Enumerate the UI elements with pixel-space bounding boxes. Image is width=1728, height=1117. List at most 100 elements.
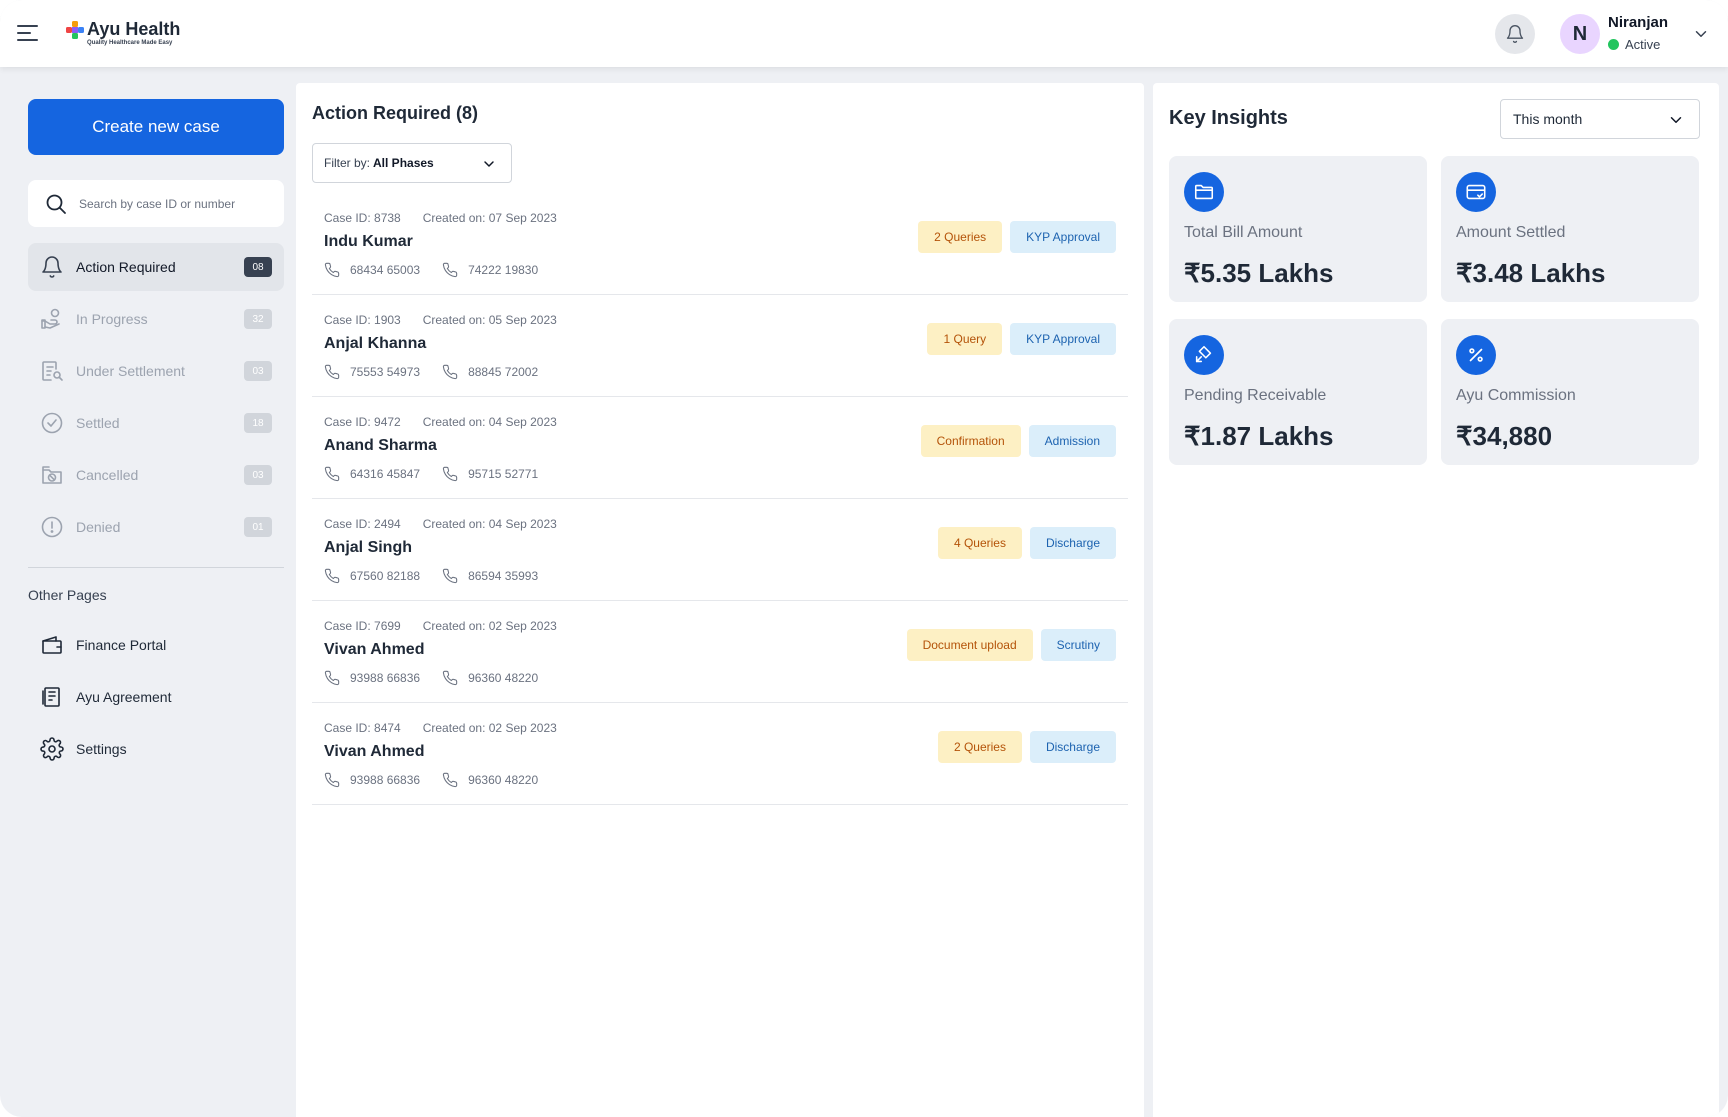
stat-value: ₹1.87 Lakhs	[1184, 421, 1334, 451]
phone-number[interactable]: 88845 72002	[442, 364, 538, 380]
sidebar-item-in-progress[interactable]: In Progress 32	[28, 295, 284, 343]
patient-name: Vivan Ahmed	[324, 743, 425, 760]
phone-number[interactable]: 93988 66836	[324, 670, 420, 686]
chevron-down-icon[interactable]	[1692, 25, 1710, 43]
phone-number[interactable]: 96360 48220	[442, 772, 538, 788]
agreement-icon	[42, 687, 60, 707]
avatar[interactable]: N	[1560, 14, 1600, 54]
phone-number[interactable]: 95715 52771	[442, 466, 538, 482]
cancelled-icon	[42, 466, 62, 484]
case-created-date: Created on: 02 Sep 2023	[422, 721, 557, 735]
case-row[interactable]: Case ID: 7699 Created on: 02 Sep 2023 Viv…	[312, 601, 1128, 703]
status-dot	[1608, 39, 1619, 50]
menu-icon[interactable]	[17, 24, 39, 42]
case-meta: Case ID: 9472 Created on: 04 Sep 2023	[324, 415, 557, 429]
filter-prefix: Filter by:	[324, 156, 371, 170]
create-new-case-button[interactable]: Create new case	[28, 99, 284, 155]
cases-panel: Action Required (8) Filter by: All Phase…	[296, 83, 1144, 1117]
case-tags: 4 Queries Discharge	[937, 527, 1116, 559]
case-row[interactable]: Case ID: 2494 Created on: 04 Sep 2023 Anj…	[312, 499, 1128, 601]
brand-logo[interactable]: Ayu Health Quality Healthcare Made Easy	[66, 19, 186, 51]
phone-icon	[442, 262, 458, 278]
patient-name: Anand Sharma	[324, 437, 437, 454]
phone-text: 75553 54973	[350, 365, 421, 379]
phase-badge[interactable]: Discharge	[1029, 527, 1116, 559]
sidebar-item-action-required[interactable]: Action Required 08	[28, 243, 284, 291]
phase-badge[interactable]: KYP Approval	[1010, 221, 1116, 253]
phone-icon	[442, 670, 458, 686]
status-badge[interactable]: Confirmation	[920, 425, 1021, 457]
phone-text: 68434 65003	[350, 263, 421, 277]
query-badge[interactable]: 1 Query	[927, 323, 1003, 355]
case-row[interactable]: Case ID: 8738 Created on: 07 Sep 2023 Ind…	[312, 193, 1128, 295]
query-badge[interactable]: 2 Queries	[937, 731, 1022, 763]
sidebar-item-ayu-agreement[interactable]: Ayu Agreement	[28, 677, 284, 717]
phone-number[interactable]: 86594 35993	[442, 568, 538, 584]
phone-number[interactable]: 67560 82188	[324, 568, 420, 584]
period-select[interactable]: This month	[1500, 99, 1700, 139]
stat-label: Amount Settled	[1456, 224, 1566, 241]
case-row[interactable]: Case ID: 1903 Created on: 05 Sep 2023 Anj…	[312, 295, 1128, 397]
phone-icon	[442, 772, 458, 788]
phase-badge[interactable]: Scrutiny	[1040, 629, 1116, 661]
status-badge[interactable]: Document upload	[906, 629, 1033, 661]
case-row[interactable]: Case ID: 9472 Created on: 04 Sep 2023 Ana…	[312, 397, 1128, 499]
stat-card-amount-settled: Amount Settled ₹3.48 Lakhs	[1441, 156, 1699, 302]
sidebar-item-count: 03	[244, 361, 272, 381]
sidebar-item-under-settlement[interactable]: Under Settlement 03	[28, 347, 284, 395]
sidebar-item-label: Finance Portal	[76, 637, 167, 653]
patient-name: Indu Kumar	[324, 233, 413, 250]
wallet-icon	[42, 636, 62, 654]
logo-cross-icon	[66, 21, 84, 39]
query-badge[interactable]: 4 Queries	[937, 527, 1022, 559]
sidebar-item-cancelled[interactable]: Cancelled 03	[28, 451, 284, 499]
case-meta: Case ID: 8474 Created on: 02 Sep 2023	[324, 721, 557, 735]
case-meta: Case ID: 1903 Created on: 05 Sep 2023	[324, 313, 557, 327]
brand-name: Ayu Health	[87, 19, 181, 39]
case-id: Case ID: 9472	[324, 415, 401, 429]
sidebar-item-settings[interactable]: Settings	[28, 729, 284, 769]
case-id: Case ID: 1903	[324, 313, 401, 327]
sidebar-item-finance-portal[interactable]: Finance Portal	[28, 625, 284, 665]
phone-text: 86594 35993	[468, 569, 539, 583]
page-title: Action Required (8)	[312, 103, 479, 123]
phase-badge[interactable]: Admission	[1028, 425, 1116, 457]
phone-number[interactable]: 75553 54973	[324, 364, 420, 380]
bell-icon	[1506, 25, 1524, 43]
search-input[interactable]	[79, 196, 269, 211]
chevron-down-icon	[484, 161, 494, 167]
card-check-icon	[1456, 172, 1496, 212]
case-id: Case ID: 8738	[324, 211, 401, 225]
top-header: Ayu Health Quality Healthcare Made Easy …	[0, 0, 1728, 67]
phone-text: 67560 82188	[350, 569, 421, 583]
phase-badge[interactable]: Discharge	[1029, 731, 1116, 763]
brand-tagline: Quality Healthcare Made Easy	[87, 40, 173, 46]
document-search-icon	[42, 361, 63, 381]
query-badge[interactable]: 2 Queries	[918, 221, 1003, 253]
stat-value: ₹3.48 Lakhs	[1456, 258, 1606, 288]
notifications-button[interactable]	[1495, 14, 1535, 54]
patient-name: Anjal Singh	[324, 539, 412, 556]
phone-number[interactable]: 96360 48220	[442, 670, 538, 686]
percent-icon	[1456, 335, 1496, 375]
case-tags: Confirmation Admission	[920, 425, 1116, 457]
other-pages-heading: Other Pages	[28, 587, 107, 603]
phone-text: 95715 52771	[468, 467, 539, 481]
phone-number[interactable]: 64316 45847	[324, 466, 420, 482]
case-tags: 2 Queries KYP Approval	[918, 221, 1116, 253]
phone-icon	[324, 772, 340, 788]
sidebar-item-label: Action Required	[76, 259, 176, 275]
case-row[interactable]: Case ID: 8474 Created on: 02 Sep 2023 Viv…	[312, 703, 1128, 805]
phone-number[interactable]: 68434 65003	[324, 262, 420, 278]
phone-number[interactable]: 93988 66836	[324, 772, 420, 788]
phase-filter-select[interactable]: Filter by: All Phases	[312, 143, 512, 183]
sidebar-item-denied[interactable]: Denied 01	[28, 503, 284, 551]
case-created-date: Created on: 07 Sep 2023	[422, 211, 557, 225]
phone-number[interactable]: 74222 19830	[442, 262, 538, 278]
case-phones: 67560 82188 86594 35993	[324, 568, 538, 584]
sidebar-item-label: Denied	[76, 519, 121, 535]
bell-icon	[42, 256, 62, 278]
sidebar-item-settled[interactable]: Settled 18	[28, 399, 284, 447]
phase-badge[interactable]: KYP Approval	[1010, 323, 1116, 355]
search-box[interactable]	[28, 180, 284, 227]
